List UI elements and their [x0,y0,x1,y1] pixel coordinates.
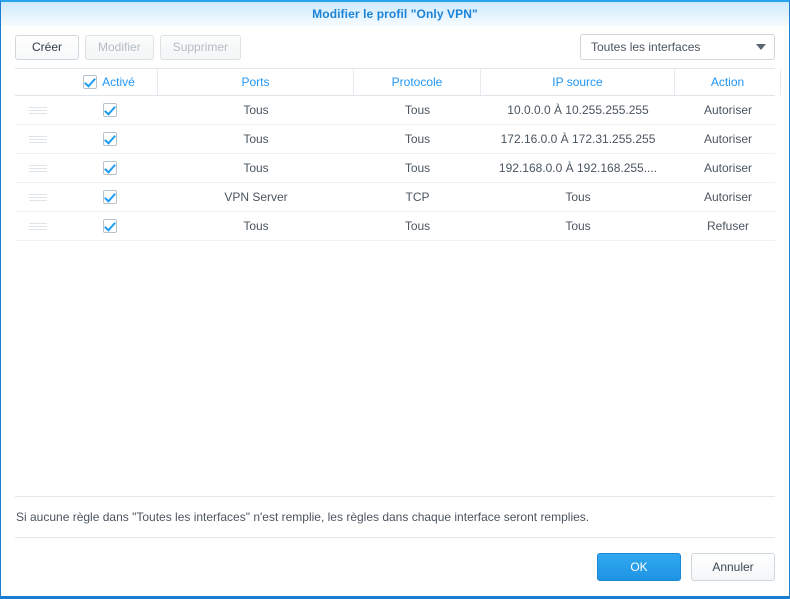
row-ports-cell: VPN Server [224,190,288,204]
row-enabled-cell[interactable] [61,183,158,211]
table-row[interactable]: Tous Tous 172.16.0.0 À 172.31.255.255 Autor… [15,125,775,154]
create-rule-button[interactable]: Créer [15,34,79,60]
grid-header-row: Activé Ports Protocole IP source Action [15,68,781,96]
row-ip-source-cell: Tous [565,219,591,233]
row-ip-source-cell: Tous [565,190,591,204]
row-enabled-checkbox[interactable] [102,219,117,233]
row-ip-source-cell: 192.168.0.0 À 192.168.255.... [498,161,658,175]
row-enabled-cell[interactable] [61,125,158,153]
grid-body: Tous Tous 10.0.0.0 À 10.255.255.255 Autoris… [15,96,775,496]
row-drag-handle[interactable] [15,154,61,182]
row-drag-handle[interactable] [15,96,61,124]
row-drag-handle[interactable] [15,125,61,153]
row-enabled-cell[interactable] [61,212,158,240]
drag-handle-icon [29,193,47,201]
row-action-cell: Refuser [706,219,750,233]
table-row[interactable]: Tous Tous 192.168.0.0 À 192.168.255.... Aut… [15,154,775,183]
row-action-cell: Autoriser [703,161,753,175]
dialog-title: Modifier le profil "Only VPN" [312,7,478,21]
column-header-enabled[interactable]: Activé [61,69,158,95]
dialog-footer: OK Annuler [15,537,775,596]
edit-rule-button[interactable]: Modifier [85,34,154,60]
column-header-protocol[interactable]: Protocole [354,69,481,95]
edit-profile-dialog: Modifier le profil "Only VPN" Créer Modi… [0,0,790,599]
cancel-button[interactable]: Annuler [691,553,775,581]
column-header-ip-source[interactable]: IP source [481,69,675,95]
row-enabled-checkbox[interactable] [102,190,117,204]
rules-toolbar: Créer Modifier Supprimer Toutes les inte… [1,26,789,68]
grid-note: Si aucune règle dans "Toutes les interfa… [15,496,775,537]
drag-handle-icon [29,135,47,143]
row-drag-handle[interactable] [15,183,61,211]
row-protocol-cell: TCP [405,190,430,204]
row-protocol-cell: Tous [404,103,431,117]
row-ports-cell: Tous [243,219,269,233]
toolbar-button-group: Créer Modifier Supprimer [15,34,242,60]
row-action-cell: Autoriser [703,132,753,146]
dialog-titlebar: Modifier le profil "Only VPN" [1,2,789,26]
drag-handle-icon [29,222,47,230]
chevron-down-icon [756,44,766,50]
table-row[interactable]: Tous Tous 10.0.0.0 À 10.255.255.255 Autoris… [15,96,775,125]
row-protocol-cell: Tous [404,161,431,175]
row-protocol-cell: Tous [404,132,431,146]
drag-handle-icon [29,106,47,114]
row-action-cell: Autoriser [703,103,753,117]
interface-select[interactable]: Toutes les interfaces [580,34,775,60]
column-header-handle [15,69,61,95]
row-enabled-checkbox[interactable] [102,132,117,146]
row-ip-source-cell: 10.0.0.0 À 10.255.255.255 [507,103,649,117]
row-drag-handle[interactable] [15,212,61,240]
row-ip-source-cell: 172.16.0.0 À 172.31.255.255 [500,132,656,146]
table-row[interactable]: Tous Tous Tous Refuser [15,212,775,241]
ok-button[interactable]: OK [597,553,681,581]
interface-select-value: Toutes les interfaces [591,40,701,54]
drag-handle-icon [29,164,47,172]
column-header-ports[interactable]: Ports [158,69,354,95]
table-row[interactable]: VPN Server TCP Tous Autoriser [15,183,775,212]
select-all-checkbox[interactable] [83,75,98,89]
column-header-enabled-label: Activé [102,75,135,89]
column-header-action[interactable]: Action [675,69,781,95]
row-enabled-checkbox[interactable] [102,161,117,175]
row-ports-cell: Tous [243,103,269,117]
row-action-cell: Autoriser [703,190,753,204]
row-enabled-cell[interactable] [61,96,158,124]
row-ports-cell: Tous [243,161,269,175]
row-enabled-cell[interactable] [61,154,158,182]
row-ports-cell: Tous [243,132,269,146]
rules-grid: Activé Ports Protocole IP source Action … [15,68,781,496]
row-protocol-cell: Tous [404,219,431,233]
delete-rule-button[interactable]: Supprimer [159,34,242,60]
row-enabled-checkbox[interactable] [102,103,117,117]
